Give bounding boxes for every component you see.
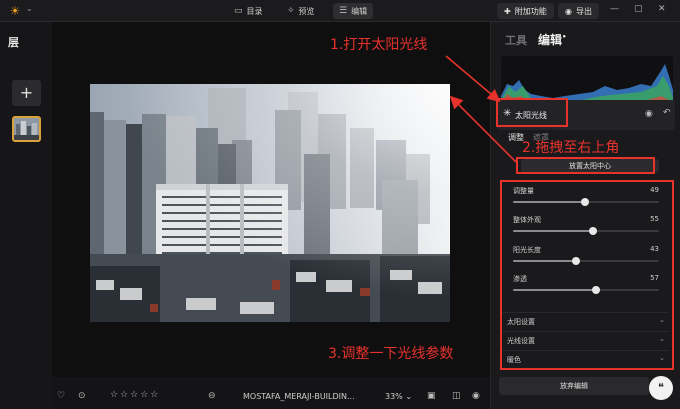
annotation-step1: 1.打开太阳光线 [330, 37, 428, 53]
zoom-level[interactable]: 33% ⌄ [385, 392, 412, 401]
chat-bubble-icon: ❝ [658, 381, 664, 394]
app-logo-icon[interactable]: ☀ [8, 4, 22, 18]
layer-thumbnail[interactable] [12, 116, 41, 142]
chat-help-button[interactable]: ❝ [649, 376, 673, 400]
reject-icon[interactable]: ⊖ [208, 391, 216, 401]
close-icon[interactable]: ✕ [658, 4, 666, 14]
city-photo [90, 84, 450, 322]
add-layer-button[interactable]: + [12, 80, 41, 106]
layers-title: 层 [8, 36, 19, 49]
plus-icon: + [19, 83, 34, 102]
zoom-value: 33% [385, 392, 403, 401]
visibility-eye-icon[interactable]: ◉ [645, 109, 653, 119]
layer-thumbnail-image [14, 118, 39, 140]
highlight-box-tool [496, 98, 568, 127]
addons-button[interactable]: ✚ 附加功能 [497, 3, 554, 19]
discard-edits-button[interactable]: 放弃编辑 [499, 377, 649, 395]
top-bar: ☀ ⌄ ▭ 目录 ✧ 预览 ☰ 编辑 ✚ 附加功能 ◉ 导出 — ▢ ✕ [0, 0, 680, 22]
nav-edit-label: 编辑 [351, 6, 368, 16]
compare-icon[interactable]: ▣ [427, 391, 436, 401]
nav-presets-label: 预览 [298, 6, 315, 16]
maximize-icon[interactable]: ▢ [634, 4, 643, 14]
annotation-step3: 3.调整一下光线参数 [328, 346, 454, 362]
export-label: 导出 [575, 6, 592, 16]
tab-edit[interactable]: 编辑• [538, 31, 567, 48]
file-name: MOSTAFA_MERAJI-BUILDIN... [243, 392, 355, 401]
reset-undo-icon[interactable]: ↶ [663, 108, 671, 118]
minimize-icon[interactable]: — [610, 4, 619, 14]
eye-icon[interactable]: ◉ [472, 391, 480, 401]
addons-label: 附加功能 [514, 6, 547, 16]
nav-edit[interactable]: ☰ 编辑 [333, 3, 374, 19]
annotation-step2: 2.拖拽至右上角 [522, 140, 620, 156]
sliders-icon: ☰ [339, 6, 348, 16]
highlight-box-sliders [500, 180, 674, 370]
nav-catalog-label: 目录 [246, 6, 263, 16]
split-view-icon[interactable]: ◫ [452, 391, 461, 401]
plus-icon: ✚ [504, 6, 511, 16]
photo-preview[interactable] [90, 84, 450, 322]
folder-icon: ▭ [234, 6, 243, 16]
heart-icon[interactable]: ♡ [57, 391, 65, 401]
export-button[interactable]: ◉ 导出 [558, 3, 599, 19]
flag-icon[interactable]: ⊙ [78, 391, 86, 401]
layers-panel: 层 + [0, 22, 52, 409]
nav-presets[interactable]: ✧ 预览 [281, 3, 321, 19]
tab-tools[interactable]: 工具 [505, 32, 527, 48]
highlight-box-center-button [516, 157, 655, 174]
star-rating[interactable]: ☆☆☆☆☆ [110, 390, 160, 400]
nav-catalog[interactable]: ▭ 目录 [228, 3, 269, 19]
magic-wand-icon: ✧ [287, 6, 295, 16]
modified-marker: • [562, 33, 567, 41]
chevron-down-icon[interactable]: ⌄ [26, 4, 33, 13]
export-icon: ◉ [565, 6, 572, 16]
tab-edit-label: 编辑 [538, 33, 563, 47]
